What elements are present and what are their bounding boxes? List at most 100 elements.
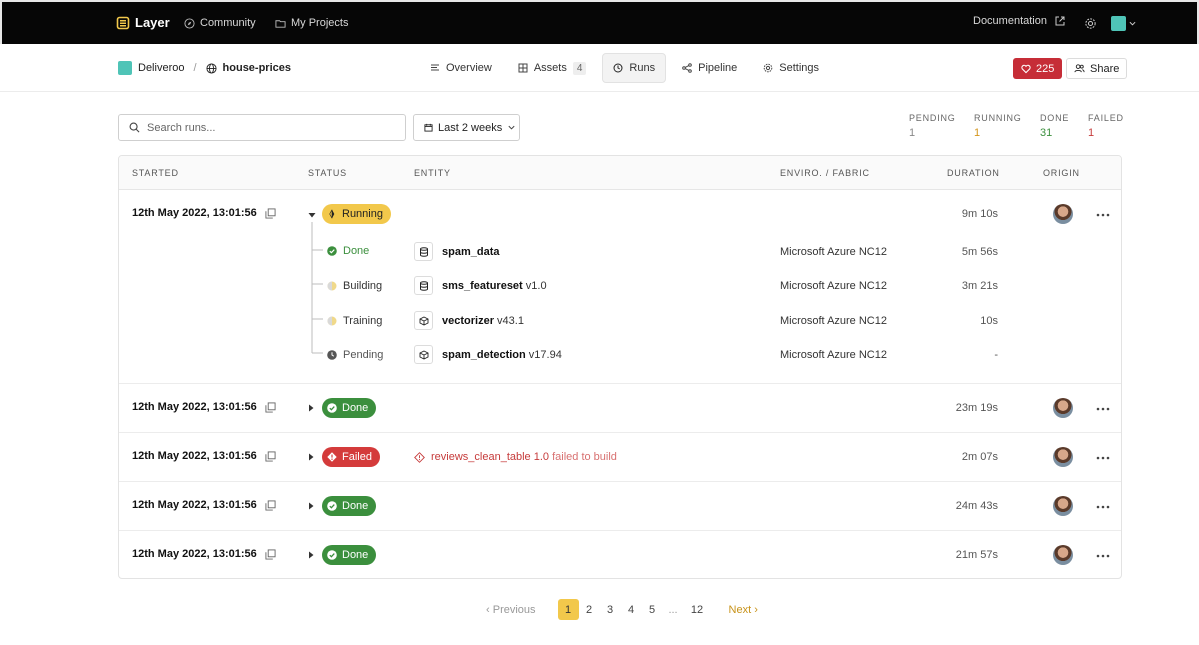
globe-icon bbox=[205, 62, 217, 74]
run-started-text: 12th May 2022, 13:01:56 bbox=[132, 207, 257, 219]
pagination: ‹ Previous 1 2 3 4 5 ... 12 Next › bbox=[486, 599, 758, 620]
copy-icon[interactable] bbox=[265, 401, 276, 413]
copy-icon[interactable] bbox=[265, 499, 276, 511]
app-logo[interactable]: Layer bbox=[116, 15, 170, 30]
expand-caret-icon[interactable] bbox=[307, 404, 315, 412]
child-entity[interactable]: spam_data bbox=[414, 242, 499, 261]
child-status-label: Building bbox=[343, 280, 383, 292]
featureset-icon-box bbox=[414, 276, 433, 295]
project-tabs: Overview Assets 4 Runs Pipeline Settings bbox=[420, 53, 829, 83]
tab-assets[interactable]: Assets 4 bbox=[508, 53, 597, 83]
gear-icon[interactable] bbox=[1084, 17, 1097, 30]
child-status-label: Pending bbox=[343, 349, 384, 361]
next-page-button[interactable]: Next › bbox=[729, 604, 758, 616]
more-options-icon[interactable] bbox=[1096, 554, 1110, 558]
origin-avatar[interactable] bbox=[1053, 545, 1073, 565]
child-entity[interactable]: vectorizer v43.1 bbox=[414, 311, 524, 330]
tab-settings[interactable]: Settings bbox=[753, 53, 829, 83]
table-row[interactable]: 12th May 2022, 13:01:56 Done 23m 19s bbox=[119, 384, 1121, 433]
search-input[interactable] bbox=[147, 121, 387, 134]
avatar[interactable] bbox=[1053, 545, 1073, 565]
pipeline-icon bbox=[682, 63, 692, 73]
page-3[interactable]: 3 bbox=[600, 599, 621, 620]
nav-community[interactable]: Community bbox=[184, 17, 256, 29]
more-options-icon[interactable] bbox=[1096, 505, 1110, 509]
status-badge: Done bbox=[322, 545, 377, 565]
nav-my-projects[interactable]: My Projects bbox=[275, 17, 348, 29]
run-status: Running bbox=[322, 204, 391, 224]
status-badge: Done bbox=[322, 496, 377, 516]
app-name: Layer bbox=[135, 15, 170, 30]
run-started-text: 12th May 2022, 13:01:56 bbox=[132, 450, 257, 462]
tab-overview[interactable]: Overview bbox=[420, 53, 502, 83]
status-label: Running bbox=[342, 208, 383, 220]
child-status-building: Building bbox=[327, 280, 382, 292]
chevron-down-icon[interactable] bbox=[1129, 20, 1136, 27]
user-avatar[interactable] bbox=[1111, 16, 1126, 31]
avatar[interactable] bbox=[1053, 496, 1073, 516]
tab-pipeline[interactable]: Pipeline bbox=[672, 53, 747, 83]
more-options-icon[interactable] bbox=[1096, 213, 1110, 217]
more-options-icon[interactable] bbox=[1096, 407, 1110, 411]
child-entity[interactable]: spam_detection v17.94 bbox=[414, 345, 562, 364]
expand-caret-icon[interactable] bbox=[307, 551, 315, 559]
expand-caret-icon[interactable] bbox=[307, 453, 315, 461]
check-circle-icon bbox=[327, 550, 337, 560]
run-started-text: 12th May 2022, 13:01:56 bbox=[132, 548, 257, 560]
child-status-label: Done bbox=[343, 245, 370, 257]
date-range-dropdown[interactable]: Last 2 weeks bbox=[413, 114, 520, 141]
model-icon-box bbox=[414, 345, 433, 364]
avatar[interactable] bbox=[1053, 204, 1073, 224]
child-duration: - bbox=[994, 349, 998, 361]
breadcrumb-org[interactable]: Deliveroo bbox=[138, 62, 184, 74]
header-fabric: ENVIRO. / FABRIC bbox=[780, 168, 870, 178]
failure-message[interactable]: reviews_clean_table 1.0 failed to build bbox=[414, 451, 617, 463]
table-row[interactable]: 12th May 2022, 13:01:56 Failed reviews_c… bbox=[119, 433, 1121, 482]
header-entity: ENTITY bbox=[414, 168, 451, 178]
page-1[interactable]: 1 bbox=[557, 599, 579, 620]
search-box bbox=[118, 114, 406, 141]
layer-logo-icon bbox=[116, 16, 130, 29]
run-duration: 23m 19s bbox=[955, 402, 998, 414]
breadcrumb-separator: / bbox=[193, 62, 197, 74]
collapse-caret-icon[interactable] bbox=[308, 211, 316, 219]
tab-runs[interactable]: Runs bbox=[602, 53, 667, 83]
avatar[interactable] bbox=[1053, 398, 1073, 418]
page-12[interactable]: 12 bbox=[684, 599, 711, 620]
heart-icon bbox=[1021, 64, 1031, 73]
stat-running: RUNNING 1 bbox=[974, 113, 1022, 139]
page-4[interactable]: 4 bbox=[621, 599, 642, 620]
page-2[interactable]: 2 bbox=[579, 599, 600, 620]
breadcrumb-project[interactable]: house-prices bbox=[223, 62, 291, 74]
avatar[interactable] bbox=[1053, 447, 1073, 467]
expand-caret-icon[interactable] bbox=[307, 502, 315, 510]
run-started: 12th May 2022, 13:01:56 bbox=[132, 401, 276, 413]
share-button[interactable]: Share bbox=[1066, 58, 1128, 79]
tab-runs-label: Runs bbox=[629, 62, 656, 74]
run-started-text: 12th May 2022, 13:01:56 bbox=[132, 401, 257, 413]
child-entity[interactable]: sms_featureset v1.0 bbox=[414, 276, 547, 295]
child-fabric: Microsoft Azure NC12 bbox=[780, 280, 887, 292]
check-circle-icon bbox=[327, 501, 337, 511]
table-row[interactable]: 12th May 2022, 13:01:56 Done 21m 57s bbox=[119, 531, 1121, 578]
origin-avatar[interactable] bbox=[1053, 447, 1073, 467]
documentation-link[interactable]: Documentation bbox=[973, 15, 1065, 27]
previous-page-button[interactable]: ‹ Previous bbox=[486, 604, 536, 616]
child-fabric: Microsoft Azure NC12 bbox=[780, 246, 887, 258]
origin-avatar[interactable] bbox=[1053, 496, 1073, 516]
run-status: Failed bbox=[322, 447, 380, 467]
origin-avatar[interactable] bbox=[1053, 398, 1073, 418]
copy-icon[interactable] bbox=[265, 450, 276, 462]
child-duration: 5m 56s bbox=[961, 246, 998, 258]
like-button[interactable]: 225 bbox=[1013, 58, 1063, 79]
copy-icon[interactable] bbox=[265, 548, 276, 560]
copy-icon[interactable] bbox=[265, 207, 276, 219]
more-options-icon[interactable] bbox=[1096, 456, 1110, 460]
origin-avatar[interactable] bbox=[1053, 204, 1073, 224]
page-5[interactable]: 5 bbox=[642, 599, 663, 620]
grid-icon bbox=[518, 63, 528, 73]
database-icon bbox=[419, 280, 428, 291]
search-icon bbox=[129, 122, 140, 133]
table-row[interactable]: 12th May 2022, 13:01:56 Done 24m 43s bbox=[119, 482, 1121, 531]
table-row[interactable]: 12th May 2022, 13:01:56 Running 9m 10s D… bbox=[119, 190, 1121, 384]
